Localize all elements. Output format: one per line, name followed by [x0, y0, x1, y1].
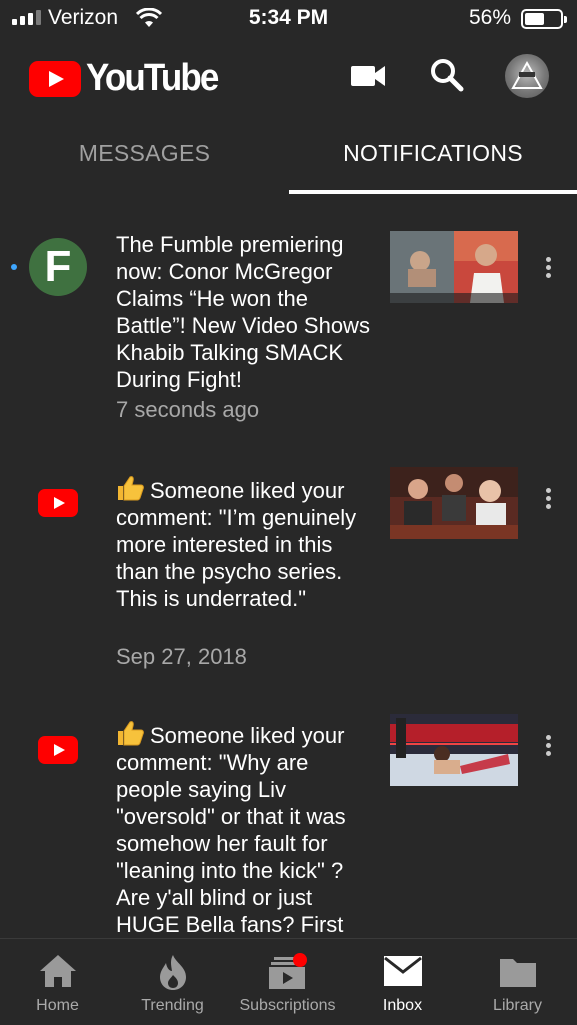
video-thumbnail[interactable] [390, 231, 518, 303]
nav-label: Subscriptions [239, 997, 336, 1014]
notification-time: Sep 27, 2018 [116, 644, 247, 669]
youtube-notification-icon [38, 736, 78, 764]
more-options-icon[interactable] [539, 254, 557, 284]
youtube-play-icon [29, 60, 81, 97]
nav-label: Trending [141, 997, 204, 1014]
channel-avatar-letter: F [44, 242, 72, 291]
unread-indicator [11, 264, 17, 270]
trending-flame-icon [159, 955, 186, 990]
notification-item[interactable]: F The Fumble premiering now: Conor McGre… [0, 194, 577, 444]
thumbs-up-icon [118, 721, 144, 746]
notification-text: Someone liked your comment: "I’m genuine… [116, 475, 374, 612]
subscriptions-icon [268, 953, 307, 989]
tab-notifications[interactable]: NOTIFICATIONS [289, 112, 577, 194]
new-content-badge [292, 953, 307, 967]
video-camera-icon[interactable] [350, 62, 386, 90]
notification-time: 7 seconds ago [116, 397, 260, 422]
battery-icon [521, 9, 567, 29]
nav-item-subscriptions[interactable]: Subscriptions [230, 939, 345, 1025]
inbox-mail-icon [383, 956, 422, 986]
search-icon[interactable] [430, 58, 464, 92]
notification-text-body: Someone liked your comment: "Why are peo… [116, 723, 346, 937]
tab-messages[interactable]: MESSAGES [0, 112, 289, 194]
home-icon [39, 955, 76, 987]
status-bar: Verizon 5:34 PM 56% [0, 0, 577, 38]
bottom-navigation: Home Trending Subscriptions Inbox Librar… [0, 938, 577, 1025]
nav-item-home[interactable]: Home [0, 939, 115, 1025]
library-folder-icon [499, 959, 536, 987]
notification-item[interactable]: Someone liked your comment: "I’m genuine… [0, 444, 577, 690]
more-options-icon[interactable] [539, 485, 557, 515]
notification-text: Someone liked your comment: "Why are peo… [116, 720, 374, 938]
more-options-icon[interactable] [539, 732, 557, 762]
battery-percent: 56% [468, 6, 511, 29]
inbox-tabs: MESSAGES NOTIFICATIONS [0, 112, 577, 194]
battery-fill [525, 13, 544, 25]
youtube-notification-icon [38, 489, 78, 517]
notification-item[interactable]: Someone liked your comment: "Why are peo… [0, 690, 577, 938]
video-thumbnail[interactable] [390, 467, 518, 539]
app-header: YouTube [0, 40, 577, 112]
nav-label: Home [36, 997, 79, 1014]
notification-text-body: Someone liked your comment: "I’m genuine… [116, 478, 357, 611]
nav-item-inbox[interactable]: Inbox [345, 939, 460, 1025]
thumbs-up-icon [118, 476, 144, 501]
notification-text: The Fumble premiering now: Conor McGrego… [116, 232, 370, 392]
account-avatar[interactable] [505, 54, 549, 98]
avatar-triangle-icon [511, 60, 543, 89]
youtube-logo[interactable]: YouTube [29, 57, 229, 100]
nav-item-trending[interactable]: Trending [115, 939, 230, 1025]
notification-list[interactable]: F The Fumble premiering now: Conor McGre… [0, 194, 577, 938]
nav-item-library[interactable]: Library [460, 939, 575, 1025]
nav-label: Inbox [382, 997, 423, 1014]
nav-label: Library [493, 997, 542, 1014]
video-thumbnail[interactable] [390, 714, 518, 786]
channel-avatar[interactable]: F [29, 238, 87, 296]
logo-text: YouTube [86, 57, 219, 99]
